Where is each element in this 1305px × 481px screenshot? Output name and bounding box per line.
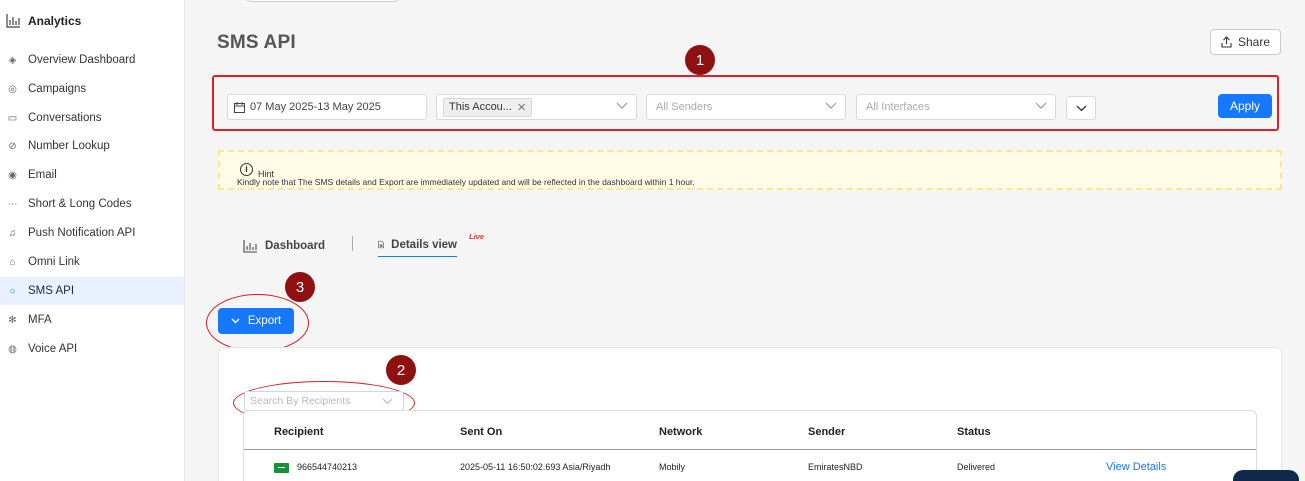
sidebar-item-sms-api[interactable]: ○ SMS API	[0, 277, 184, 305]
column-header-sender: Sender	[808, 426, 846, 438]
sidebar-item-label: Conversations	[28, 112, 102, 124]
sidebar-item-label: Push Notification API	[28, 227, 136, 239]
codes-icon: ⋯	[7, 198, 18, 210]
sidebar-item-label: SMS API	[28, 285, 75, 297]
account-select[interactable]: This Accou... ✕	[436, 94, 637, 120]
mfa-icon: ✻	[8, 314, 17, 326]
tab-dashboard-label: Dashboard	[265, 240, 326, 252]
apply-button[interactable]: Apply	[1218, 94, 1272, 118]
sidebar-item-campaigns[interactable]: ◎ Campaigns	[0, 75, 184, 103]
lookup-icon: ⊘	[8, 140, 17, 152]
sidebar-item-mfa[interactable]: ✻ MFA	[0, 306, 184, 334]
export-button[interactable]: Export	[218, 308, 294, 334]
sidebar-item-number-lookup[interactable]: ⊘ Number Lookup	[0, 132, 184, 160]
chat-icon: ▭	[7, 112, 18, 124]
senders-select[interactable]: All Senders	[646, 94, 846, 120]
hint-text: Kindly note that The SMS details and Exp…	[237, 177, 695, 187]
search-recipients-input[interactable]: Search By Recipients	[244, 391, 404, 411]
annotation-badge-3: 3	[285, 272, 315, 302]
share-button[interactable]: Share	[1210, 29, 1281, 55]
tab-dashboard[interactable]: Dashboard	[243, 235, 325, 257]
cell-recipient: 966544740213	[297, 462, 358, 472]
search-placeholder: Search By Recipients	[250, 395, 351, 407]
sidebar-item-label: Email	[28, 169, 57, 181]
sidebar-item-omni-link[interactable]: ⌂ Omni Link	[0, 248, 184, 276]
voice-icon: ◍	[8, 343, 17, 355]
saudi-flag-icon	[274, 463, 289, 473]
campaign-icon: ◎	[8, 83, 17, 95]
sms-chat-icon: ○	[9, 285, 16, 297]
chevron-down-icon	[1035, 101, 1047, 113]
table-header-divider	[244, 449, 1256, 450]
sidebar-item-label: Campaigns	[28, 83, 87, 95]
top-dropdown-edge[interactable]	[245, 0, 400, 2]
sidebar-item-label: Overview Dashboard	[28, 54, 136, 66]
bell-icon: ♫	[8, 227, 17, 239]
chevron-down-icon	[231, 318, 240, 324]
sidebar-item-label: MFA	[28, 314, 52, 326]
calendar-icon	[234, 101, 245, 113]
info-icon: i	[240, 163, 253, 176]
cell-sent-on: 2025-05-11 16:50:02.693 Asia/Riyadh	[460, 462, 611, 472]
more-filters-button[interactable]	[1066, 96, 1096, 120]
interfaces-placeholder: All Interfaces	[866, 101, 930, 113]
interfaces-select[interactable]: All Interfaces	[856, 94, 1056, 120]
sidebar-item-label: Omni Link	[28, 256, 80, 268]
sidebar-item-label: Number Lookup	[28, 140, 110, 152]
email-icon: ◉	[8, 169, 17, 181]
sidebar-item-email[interactable]: ◉ Email	[0, 161, 184, 189]
sidebar-header: Analytics	[6, 14, 81, 28]
share-label: Share	[1237, 35, 1271, 49]
live-badge: Live	[469, 232, 485, 241]
chart-icon	[243, 239, 257, 253]
document-icon	[378, 240, 384, 249]
tab-separator	[352, 236, 353, 251]
senders-placeholder: All Senders	[656, 101, 713, 113]
cell-network: Mobily	[659, 462, 686, 472]
cell-status: Delivered	[957, 462, 996, 472]
chevron-down-icon	[382, 396, 393, 408]
annotation-badge-2: 2	[386, 355, 416, 385]
view-details-link[interactable]: View Details	[1106, 461, 1166, 473]
sidebar-item-short-long-codes[interactable]: ⋯ Short & Long Codes	[0, 190, 184, 218]
sms-details-table: Recipient Sent On Network Sender Status 9665…	[243, 410, 1257, 481]
omni-link-icon: ⌂	[9, 256, 16, 268]
close-icon[interactable]: ✕	[517, 101, 526, 114]
account-chip-label: This Accou...	[449, 101, 512, 113]
floating-widget[interactable]	[1233, 470, 1299, 481]
layers-icon: ◈	[8, 54, 17, 66]
column-header-sent-on: Sent On	[460, 426, 503, 438]
tab-details-view[interactable]: Details view	[378, 235, 457, 257]
chevron-down-icon	[825, 101, 837, 113]
annotation-badge-1: 1	[685, 45, 715, 75]
export-label: Export	[247, 315, 282, 327]
sidebar-item-label: Voice API	[28, 343, 78, 355]
sidebar-item-push-notification-api[interactable]: ♫ Push Notification API	[0, 219, 184, 247]
column-header-recipient: Recipient	[274, 426, 324, 438]
cell-sender: EmiratesNBD	[808, 462, 863, 472]
date-range-picker[interactable]: 07 May 2025-13 May 2025	[227, 94, 427, 120]
account-chip: This Accou... ✕	[443, 97, 533, 117]
page-title: SMS API	[217, 32, 296, 53]
tab-details-label: Details view	[391, 238, 457, 251]
analytics-icon	[6, 14, 20, 28]
sidebar-item-conversations[interactable]: ▭ Conversations	[0, 104, 184, 132]
date-range-value: 07 May 2025-13 May 2025	[250, 101, 381, 113]
column-header-network: Network	[659, 426, 703, 438]
column-header-status: Status	[957, 426, 991, 438]
share-icon	[1221, 36, 1232, 48]
chevron-down-icon	[616, 101, 628, 113]
sidebar: Analytics ◈ Overview Dashboard ◎ Campaigns ▭…	[0, 0, 185, 481]
chevron-down-icon	[1076, 105, 1086, 111]
sidebar-item-voice-api[interactable]: ◍ Voice API	[0, 335, 184, 363]
sidebar-item-label: Short & Long Codes	[28, 198, 132, 210]
sidebar-item-overview-dashboard[interactable]: ◈ Overview Dashboard	[0, 46, 184, 74]
sidebar-title: Analytics	[28, 14, 82, 28]
